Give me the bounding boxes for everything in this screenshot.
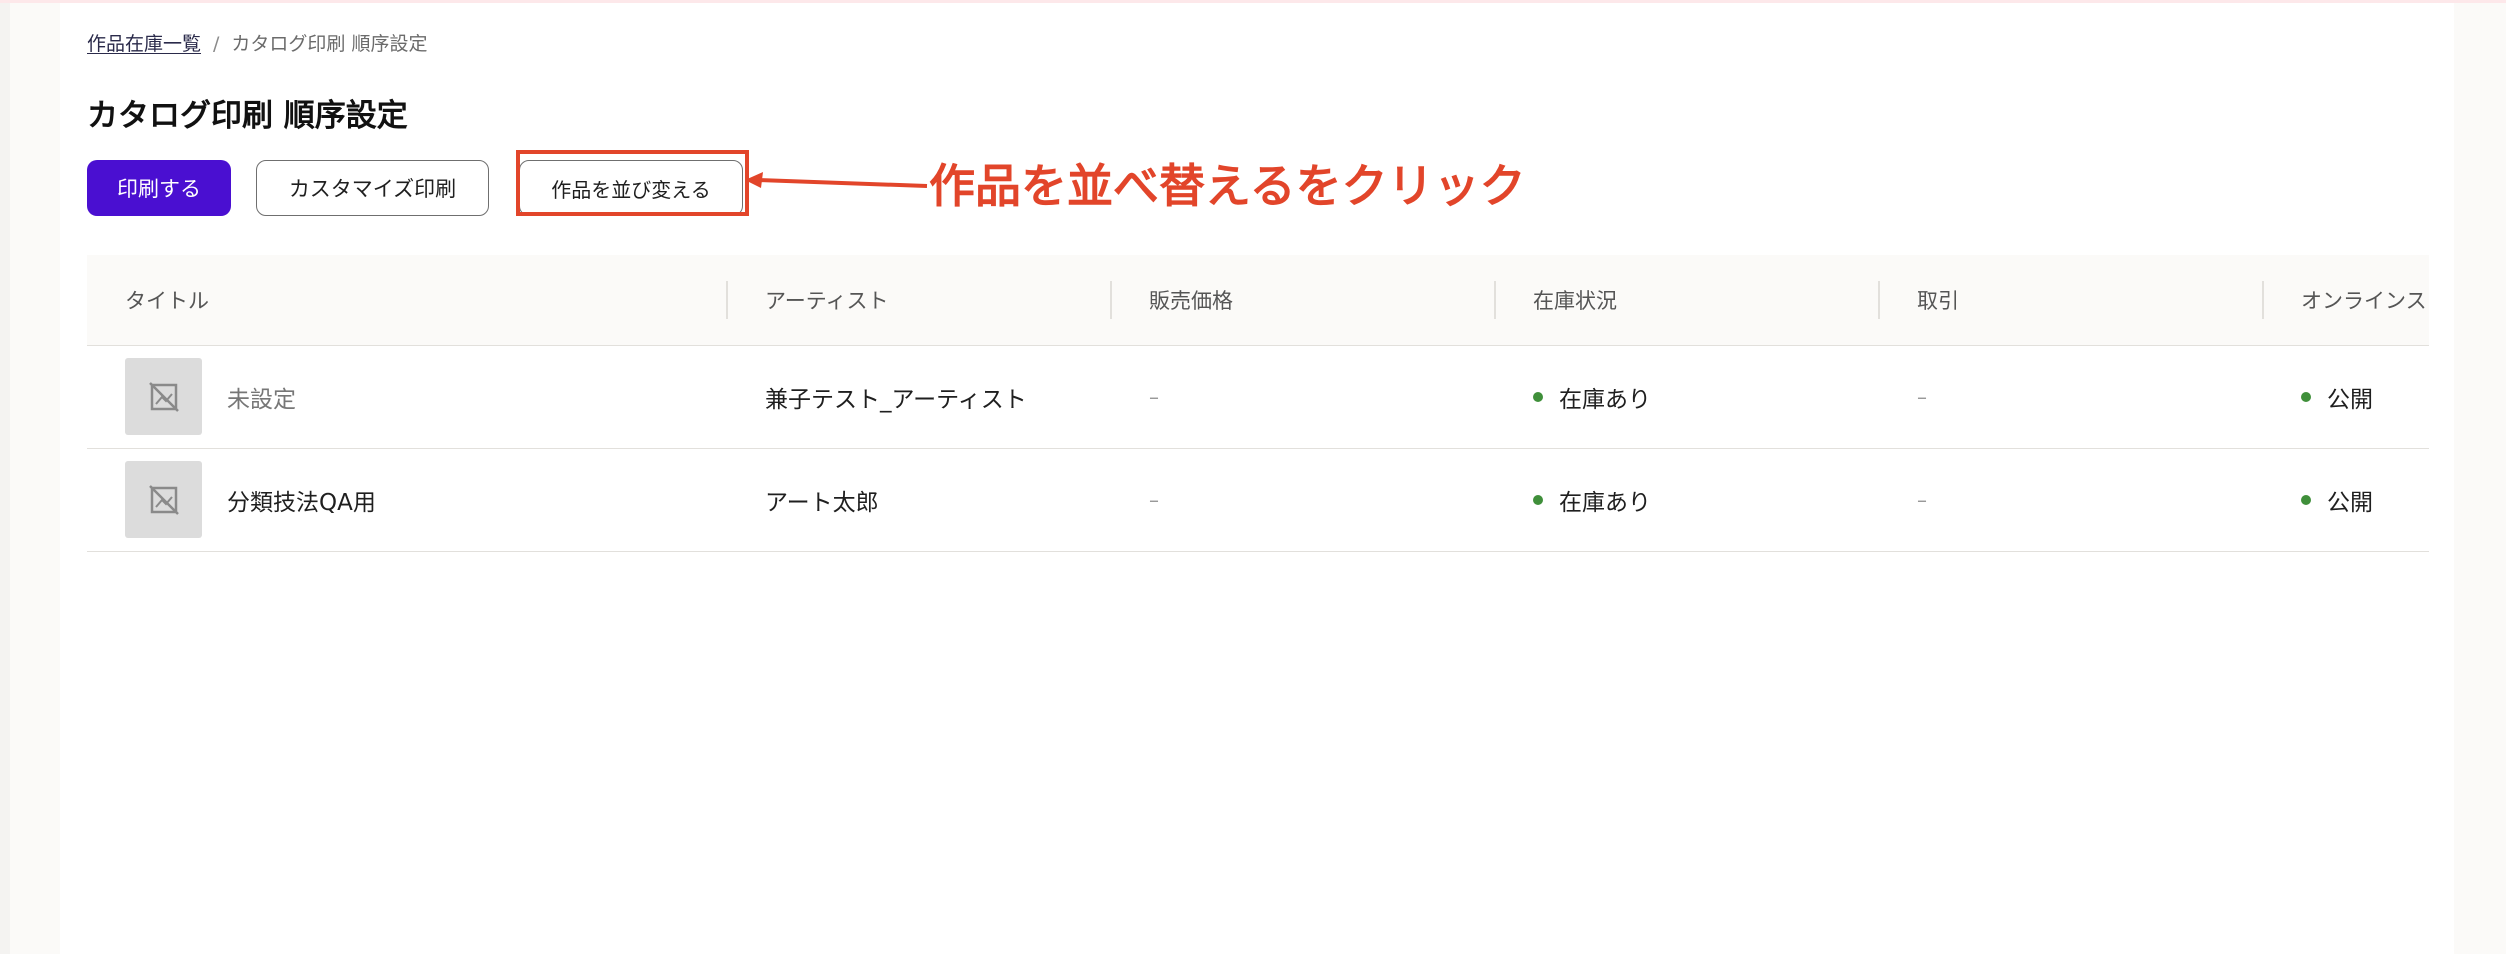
row-deal: – [1917,487,1927,512]
column-header-online[interactable]: オンラインス [2301,255,2427,345]
row-online-status: 公開 [2301,448,2373,551]
row-title: 分類技法QA用 [227,489,376,516]
column-divider [1494,281,1496,319]
breadcrumb-separator: / [213,33,220,55]
artwork-table: タイトル アーティスト 販売価格 在庫状況 取引 オンラインス 未設定 兼子テス… [87,255,2429,555]
breadcrumb-current: カタログ印刷 順序設定 [231,33,428,55]
row-deal: – [1917,384,1927,409]
column-header-price[interactable]: 販売価格 [1149,255,1233,345]
annotation-text: 作品を並べ替えるをクリック [929,159,1526,213]
column-header-artist[interactable]: アーティスト [765,255,888,345]
left-gutter [0,3,10,954]
row-online-label: 公開 [2327,489,2373,516]
row-artist: 兼子テスト_アーティスト [765,386,1027,413]
status-dot-icon [2301,391,2311,402]
table-row[interactable]: 未設定 兼子テスト_アーティスト – 在庫あり – 公開 [87,345,2429,449]
breadcrumb-link-inventory[interactable]: 作品在庫一覧 [87,33,201,55]
print-button[interactable]: 印刷する [87,160,231,216]
row-price: – [1149,487,1159,512]
row-online-label: 公開 [2327,386,2373,413]
column-header-deal[interactable]: 取引 [1917,255,1959,345]
status-dot-icon [2301,494,2311,505]
row-stock-label: 在庫あり [1559,386,1651,413]
column-divider [1878,281,1880,319]
column-divider [1110,281,1112,319]
annotation-highlight-box [516,150,749,216]
status-dot-icon [1533,391,1543,402]
row-online-status: 公開 [2301,345,2373,448]
main-content: 作品在庫一覧 / カタログ印刷 順序設定 カタログ印刷 順序設定 印刷する カスタマ… [87,0,2429,954]
status-dot-icon [1533,494,1543,505]
row-stock-status: 在庫あり [1533,448,1651,551]
page-title: カタログ印刷 順序設定 [87,98,408,134]
column-header-stock[interactable]: 在庫状況 [1533,255,1617,345]
no-image-icon [125,358,202,435]
breadcrumb: 作品在庫一覧 / カタログ印刷 順序設定 [87,29,427,56]
row-price: – [1149,384,1159,409]
column-header-title[interactable]: タイトル [125,255,209,345]
page: 作品在庫一覧 / カタログ印刷 順序設定 カタログ印刷 順序設定 印刷する カスタマ… [0,0,2506,954]
custom-print-button[interactable]: カスタマイズ印刷 [256,160,489,216]
table-row[interactable]: 分類技法QA用 アート太郎 – 在庫あり – 公開 [87,448,2429,552]
no-image-icon [125,461,202,538]
row-stock-label: 在庫あり [1559,489,1651,516]
table-header: タイトル アーティスト 販売価格 在庫状況 取引 オンラインス [87,255,2429,346]
row-title: 未設定 [227,386,296,413]
column-divider [726,281,728,319]
column-divider [2262,281,2264,319]
row-stock-status: 在庫あり [1533,345,1651,448]
row-artist: アート太郎 [765,489,879,516]
